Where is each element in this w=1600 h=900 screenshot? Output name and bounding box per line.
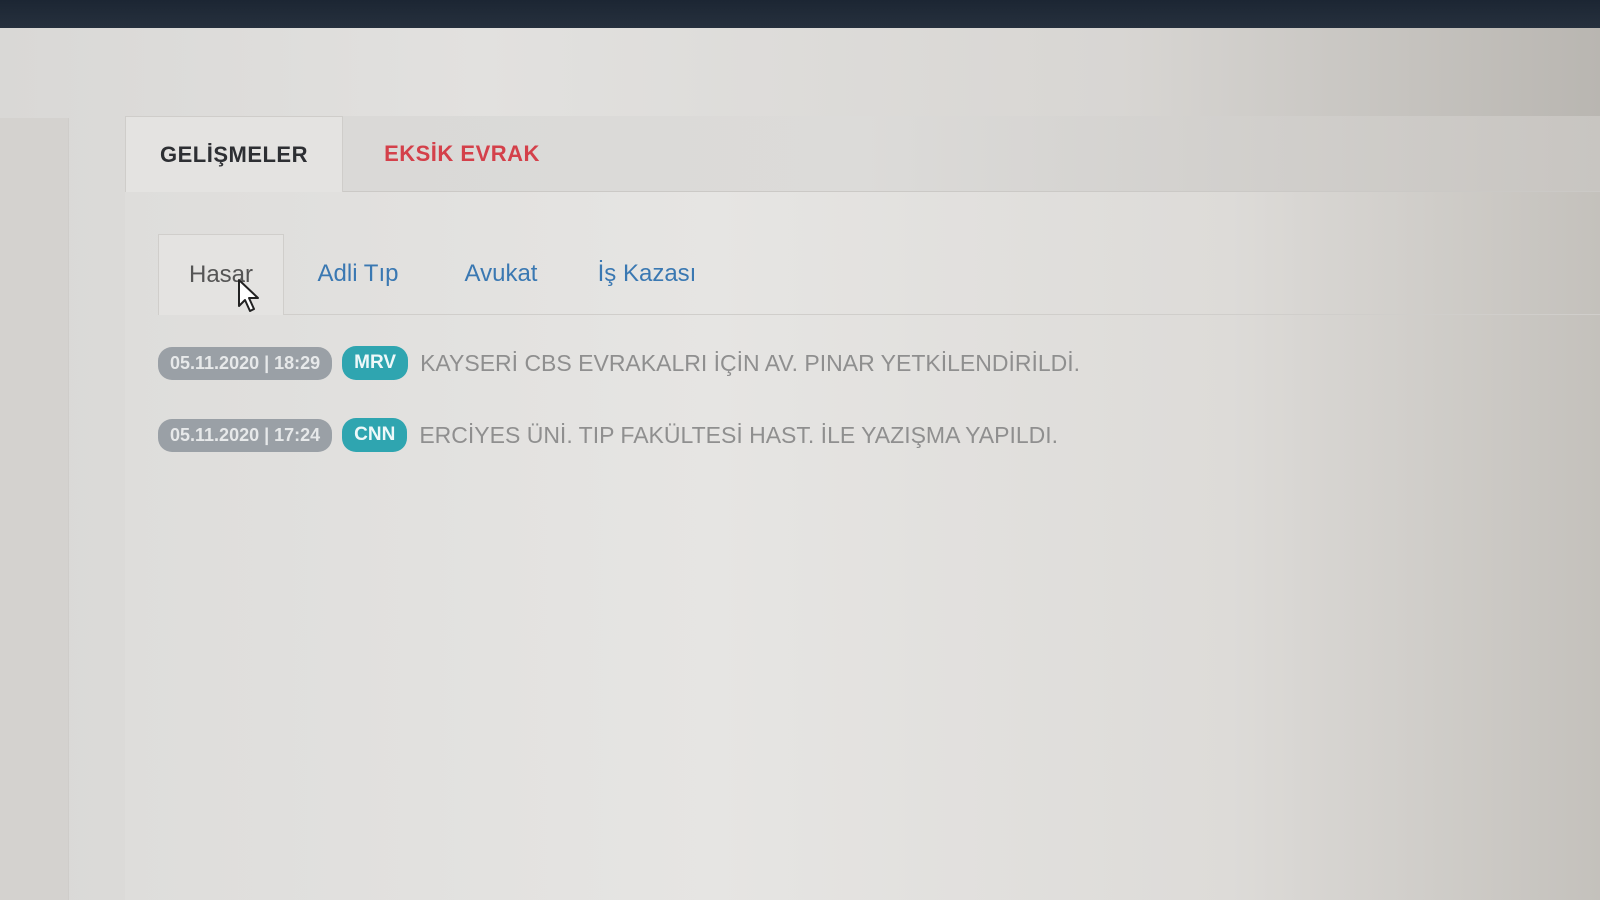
timeline-entry: 05.11.2020 | 18:29 MRV KAYSERİ CBS EVRAK… (158, 346, 1080, 380)
app-screen: GELİŞMELER EKSİK EVRAK Hasar Adli Tıp Av… (0, 28, 1600, 900)
entry-text: ERCİYES ÜNİ. TIP FAKÜLTESİ HAST. İLE YAZ… (419, 421, 1059, 448)
subtab-adli-tip[interactable]: Adli Tıp (308, 234, 408, 314)
tab-eksik-evrak[interactable]: EKSİK EVRAK (357, 116, 567, 191)
left-sidebar (0, 118, 69, 900)
mouse-pointer-icon (238, 279, 259, 312)
datetime-badge: 05.11.2020 | 18:29 (158, 346, 333, 380)
subtab-is-kazasi[interactable]: İş Kazası (592, 234, 702, 314)
user-badge: MRV (342, 346, 409, 380)
progress-panel: GELİŞMELER EKSİK EVRAK Hasar Adli Tıp Av… (125, 116, 1600, 900)
main-tab-bar: GELİŞMELER EKSİK EVRAK (125, 116, 1600, 192)
subtab-hasar[interactable]: Hasar (158, 234, 284, 315)
timeline-entry: 05.11.2020 | 17:24 CNN ERCİYES ÜNİ. TIP … (158, 418, 1058, 452)
entry-text: KAYSERİ CBS EVRAKALRI İÇİN AV. PINAR YET… (420, 349, 1081, 376)
subtab-avukat[interactable]: Avukat (456, 234, 546, 314)
tab-gelismeler[interactable]: GELİŞMELER (125, 116, 343, 192)
sub-tab-bar: Hasar Adli Tıp Avukat İş Kazası (158, 234, 1600, 315)
datetime-badge: 05.11.2020 | 17:24 (158, 418, 333, 452)
user-badge: CNN (342, 418, 408, 452)
